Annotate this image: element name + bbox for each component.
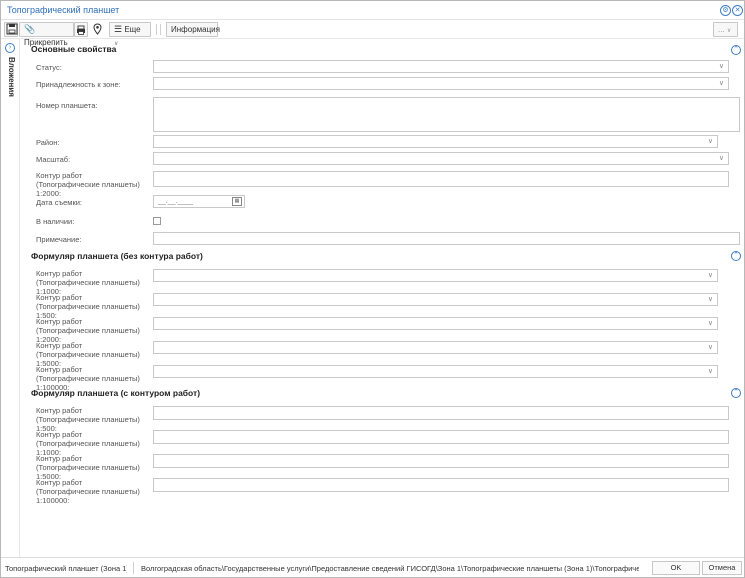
expand-icon[interactable]: › <box>5 43 15 53</box>
attach-button[interactable]: 📎 Прикрепить <box>19 22 74 47</box>
paperclip-icon: 📎 <box>24 24 36 34</box>
more-menu-label: Еще <box>124 25 141 34</box>
contour-2000-input[interactable] <box>153 171 729 187</box>
number-label: Номер планшета: <box>36 101 98 110</box>
available-checkbox[interactable] <box>153 217 161 225</box>
survey-date-label: Дата съемки: <box>36 198 83 207</box>
chevron-down-icon: ∨ <box>718 80 724 87</box>
with-contour-100000-label: Контур работ (Топографические планшеты) … <box>36 478 140 505</box>
note-input[interactable] <box>153 232 740 245</box>
scale-select[interactable]: ∨ <box>153 152 729 165</box>
section-title-form-with: Формуляр планшета (с контуром работ) <box>31 388 201 398</box>
collapse-section-icon[interactable]: ⌃ <box>731 251 741 261</box>
note-label: Примечание: <box>36 235 82 244</box>
without-contour-100000-select[interactable]: ∨ <box>153 365 718 378</box>
without-contour-5000-select[interactable]: ∨ <box>153 341 718 354</box>
contour-2000-label: Контур работ (Топографические планшеты) … <box>36 171 140 198</box>
toolbar-separator <box>156 24 157 35</box>
status-separator <box>133 562 134 574</box>
with-contour-100000-input[interactable] <box>153 478 729 492</box>
info-button[interactable]: Информация <box>166 22 220 37</box>
without-contour-2000-select[interactable]: ∨ <box>153 317 718 330</box>
window-title: Топографический планшет <box>7 5 120 15</box>
dialog-window: Топографический планшет ⚙ ✕ 📎 Прикрепить <box>0 0 745 578</box>
settings-icon[interactable]: ⚙ <box>720 5 731 16</box>
collapse-section-icon[interactable]: ⌃ <box>731 388 741 398</box>
with-contour-500-input[interactable] <box>153 406 729 420</box>
attachments-tab-label: Вложения <box>7 57 16 97</box>
status-select[interactable]: ∨ <box>153 60 729 73</box>
save-button[interactable] <box>4 22 18 37</box>
calendar-icon[interactable]: ▦ <box>232 197 242 206</box>
zone-label: Принадлежность к зоне: <box>36 80 121 89</box>
overflow-menu-button[interactable]: ... ∨ <box>713 22 738 37</box>
menu-lines-icon: ☰ <box>114 24 123 34</box>
without-contour-500-label: Контур работ (Топографические планшеты) … <box>36 293 140 320</box>
with-contour-5000-input[interactable] <box>153 454 729 468</box>
overflow-menu-label: ... <box>718 25 725 34</box>
toolbar-separator <box>160 24 161 35</box>
status-label: Статус: <box>36 63 62 72</box>
chevron-down-icon: ∨ <box>707 272 713 279</box>
status-bar: Топографический планшет (Зона 1) Волгогр… <box>1 557 744 577</box>
chevron-down-icon: ∨ <box>726 28 732 34</box>
status-object-name: Топографический планшет (Зона 1) <box>5 564 127 573</box>
scale-label: Масштаб: <box>36 155 71 164</box>
attachments-side-panel: › Вложения <box>1 39 20 557</box>
without-contour-1000-select[interactable]: ∨ <box>153 269 718 282</box>
chevron-down-icon: ∨ <box>718 155 724 162</box>
without-contour-5000-label: Контур работ (Топографические планшеты) … <box>36 341 140 368</box>
chevron-down-icon: ∨ <box>718 63 724 70</box>
zone-select[interactable]: ∨ <box>153 77 729 90</box>
attachments-tab[interactable]: Вложения <box>4 57 18 109</box>
chevron-down-icon: ∨ <box>707 138 713 145</box>
with-contour-5000-label: Контур работ (Топографические планшеты) … <box>36 454 140 481</box>
print-button[interactable] <box>74 22 88 37</box>
section-title-form-without: Формуляр планшета (без контура работ) <box>31 251 203 261</box>
close-icon[interactable]: ✕ <box>732 5 743 16</box>
survey-date-input[interactable]: __.__.____ ▦ <box>153 195 245 208</box>
section-title-main: Основные свойства <box>31 44 117 54</box>
district-label: Район: <box>36 138 60 147</box>
with-contour-1000-label: Контур работ (Топографические планшеты) … <box>36 430 140 457</box>
chevron-down-icon: ∨ <box>707 344 713 351</box>
survey-date-placeholder: __.__.____ <box>158 198 194 205</box>
without-contour-1000-label: Контур работ (Топографические планшеты) … <box>36 269 140 296</box>
more-menu-button[interactable]: ☰ Еще ∨ <box>109 22 151 47</box>
cancel-button[interactable]: Отмена <box>702 561 742 575</box>
available-label: В наличии: <box>36 217 75 226</box>
chevron-down-icon: ∨ <box>707 320 713 327</box>
district-select[interactable]: ∨ <box>153 135 718 148</box>
collapse-section-icon[interactable]: ⌃ <box>731 45 741 55</box>
without-contour-2000-label: Контур работ (Топографические планшеты) … <box>36 317 140 344</box>
without-contour-500-select[interactable]: ∨ <box>153 293 718 306</box>
toolbar: 📎 Прикрепить ☰ Еще ∨ Информация ... ∨ <box>1 20 744 47</box>
save-icon <box>6 23 18 35</box>
number-textarea[interactable] <box>153 97 740 132</box>
title-bar: Топографический планшет ⚙ ✕ <box>1 1 744 20</box>
form-content: Основные свойства ⌃ Статус: ∨ Принадлежн… <box>23 39 743 557</box>
status-path: Волгоградская область\Государственные ус… <box>141 564 639 573</box>
map-pin-icon[interactable] <box>93 23 102 37</box>
chevron-down-icon: ∨ <box>707 296 713 303</box>
ok-button[interactable]: OK <box>652 561 700 575</box>
printer-icon <box>77 25 85 35</box>
chevron-down-icon: ∨ <box>707 368 713 375</box>
with-contour-500-label: Контур работ (Топографические планшеты) … <box>36 406 140 433</box>
with-contour-1000-input[interactable] <box>153 430 729 444</box>
